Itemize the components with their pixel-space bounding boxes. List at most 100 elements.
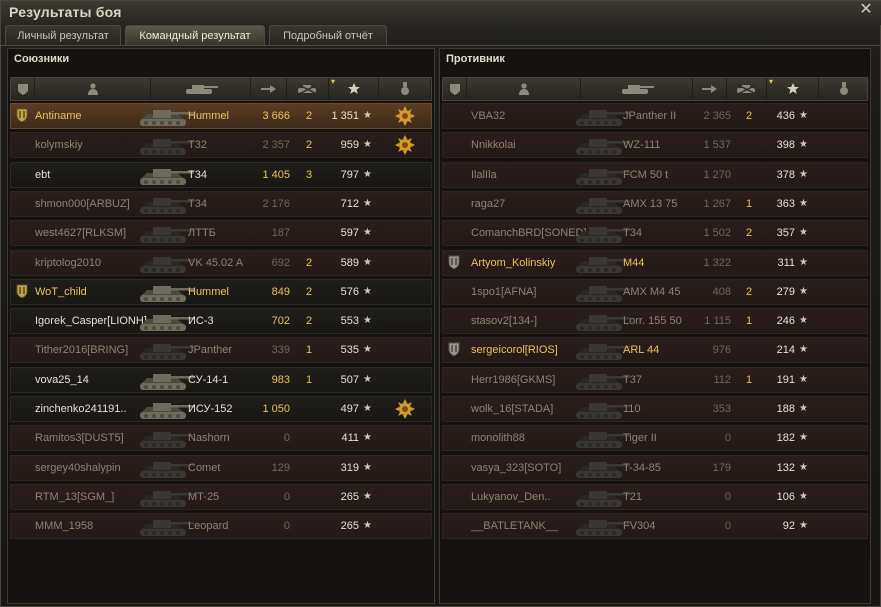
player-row[interactable]: Ramitos3[DUST5] Nashorn 0 411 ★: [10, 425, 432, 452]
xp-star-icon: ★: [799, 285, 808, 297]
damage-value: 0: [724, 490, 731, 503]
close-icon[interactable]: ✕: [858, 2, 874, 18]
kills-value: 2: [305, 285, 313, 298]
xp-column-header[interactable]: ▾: [767, 77, 819, 100]
xp-value: 576: [340, 285, 359, 298]
player-row[interactable]: shmon000[ARBUZ] T34 2 176 712 ★: [10, 190, 432, 217]
sort-indicator-icon: ▾: [331, 77, 336, 86]
xp-value: 214: [776, 344, 795, 357]
xp-value: 357: [776, 227, 795, 240]
kills-value: [739, 163, 759, 187]
player-row[interactable]: sergeicorol[RIOS] ARL 44 976 214 ★: [442, 337, 868, 364]
player-column-header[interactable]: [467, 78, 581, 100]
player-row[interactable]: west4627[RLKSM] ЛТТБ 187 597 ★: [10, 220, 432, 247]
player-row[interactable]: wolk_16[STADA] 110 353 188 ★: [442, 396, 868, 422]
player-row[interactable]: Tither2016[BRING] JPanther 339 1 535 ★: [10, 337, 432, 364]
kills-value: 2: [745, 110, 753, 122]
allies-header: ▾: [10, 77, 432, 101]
player-row[interactable]: Antiname Hummel 3 666 2 1 351 ★: [10, 103, 432, 129]
xp-column-header[interactable]: ▾: [329, 77, 379, 100]
damage-value: 1 502: [703, 227, 731, 240]
star-icon: [347, 83, 360, 95]
damage-value: 983: [271, 373, 290, 386]
damage-value: 0: [283, 432, 290, 445]
xp-star-icon: ★: [799, 315, 808, 327]
vehicle-column-header[interactable]: [581, 78, 693, 100]
damage-value: 129: [271, 461, 290, 474]
xp-value: 959: [340, 139, 359, 152]
player-row[interactable]: __BATLETANK__ FV304 0 92 ★: [442, 513, 868, 540]
xp-star-icon: ★: [363, 403, 372, 414]
tank-icon: [137, 339, 195, 362]
tank-icon: [137, 134, 195, 157]
kills-value: [739, 133, 759, 157]
tank-icon: [137, 427, 195, 450]
player-row[interactable]: Artyom_Kolinskiy M44 1 322 311 ★: [442, 249, 868, 276]
player-row[interactable]: VBA32 JPanther II 2 365 2 436 ★: [442, 103, 868, 129]
damage-value: 353: [712, 403, 731, 415]
medal-icon: [395, 399, 415, 419]
damage-column-header[interactable]: [693, 78, 727, 100]
player-row[interactable]: Herr1986[GKMS] T37 112 1 191 ★: [442, 366, 868, 393]
vehicle-name: M44: [623, 256, 645, 269]
damage-column-header[interactable]: [251, 78, 287, 100]
xp-value: 279: [776, 285, 795, 298]
xp-star-icon: ★: [799, 168, 808, 180]
tank-icon: [137, 105, 195, 128]
kills-column-header[interactable]: [727, 78, 767, 100]
tab-team-result[interactable]: Командный результат: [125, 25, 265, 45]
player-row[interactable]: ebt T34 1 405 3 797 ★: [10, 161, 432, 188]
enemies-header: ▾: [442, 77, 869, 101]
window-title: Результаты боя: [9, 4, 122, 20]
medal-icon: [400, 82, 410, 96]
player-row[interactable]: ComanchBRD[SONED] T34 1 502 2 357 ★: [442, 220, 868, 247]
player-row[interactable]: Lukyanov_Den.. T21 0 106 ★: [442, 483, 868, 510]
tab-detailed-report[interactable]: Подробный отчёт: [269, 25, 387, 45]
player-row[interactable]: IlalIla FCM 50 t1 270 378 ★: [442, 161, 868, 188]
xp-star-icon: ★: [799, 490, 808, 502]
player-row[interactable]: sergey40shalypin Comet 129 319 ★: [10, 454, 432, 481]
player-row[interactable]: kriptolog2010 VK 45.02 A 692 2 589 ★: [10, 249, 432, 276]
tab-personal-result[interactable]: Личный результат: [5, 25, 121, 45]
player-row[interactable]: Nnikkolai WZ-111 1 537 398 ★: [442, 132, 868, 159]
player-row[interactable]: WoT_child Hummel 849 2 576 ★: [10, 278, 432, 305]
xp-star-icon: ★: [363, 344, 372, 356]
tank-icon: [137, 252, 195, 275]
xp-star-icon: ★: [363, 110, 372, 121]
vehicle-name: T34: [623, 227, 642, 240]
player-row[interactable]: stasov2[134-] Lorr. 155 50 1 115 1 246 ★: [442, 308, 868, 335]
player-row[interactable]: vasya_323[SOTO] T-34-85 179 132 ★: [442, 454, 868, 481]
player-row[interactable]: RTM_13[SGM_] MT-25 0 265 ★: [10, 483, 432, 510]
medals-column-header[interactable]: [819, 78, 869, 100]
platoon-column-header[interactable]: [11, 78, 35, 100]
vehicle-name: T21: [623, 490, 642, 503]
player-row[interactable]: zinchenko241191.. ИСУ-152 1 050 497 ★: [10, 396, 432, 422]
xp-value: 265: [340, 520, 359, 533]
kills-value: 1: [745, 373, 753, 386]
kills-value: [739, 338, 759, 362]
medals-column-header[interactable]: [379, 78, 431, 100]
player-row[interactable]: vova25_14 СУ-14-1 983 1 507 ★: [10, 366, 432, 393]
kills-column-header[interactable]: [287, 78, 329, 100]
xp-value: 398: [776, 139, 795, 152]
player-row[interactable]: 1spo1[AFNA] AMX M4 45 408 2 279 ★: [442, 278, 868, 305]
kills-value: 1: [745, 315, 753, 328]
xp-value: 553: [340, 315, 359, 328]
player-row[interactable]: monolith88 Tiger II 0 182 ★: [442, 425, 868, 452]
player-icon: [518, 83, 529, 95]
vehicle-column-header[interactable]: [151, 78, 251, 100]
player-row[interactable]: Igorek_Casper[LIONH] ИС-3 702 2 553 ★: [10, 308, 432, 335]
damage-value: 0: [283, 520, 290, 533]
player-column-header[interactable]: [35, 78, 151, 100]
xp-star-icon: ★: [363, 432, 372, 444]
kills-value: [299, 456, 319, 480]
player-row[interactable]: MMM_1958 Leopard 0 265 ★: [10, 513, 432, 540]
xp-star-icon: ★: [363, 315, 372, 327]
platoon-column-header[interactable]: [443, 78, 467, 100]
xp-value: 436: [776, 110, 795, 122]
player-row[interactable]: raga27 AMX 13 75 1 267 1 363 ★: [442, 190, 868, 217]
platoon-icon: [448, 255, 460, 270]
xp-star-icon: ★: [799, 344, 808, 356]
medal-icon: [395, 135, 415, 156]
player-row[interactable]: kolymskiy T32 2 357 2 959 ★: [10, 132, 432, 159]
